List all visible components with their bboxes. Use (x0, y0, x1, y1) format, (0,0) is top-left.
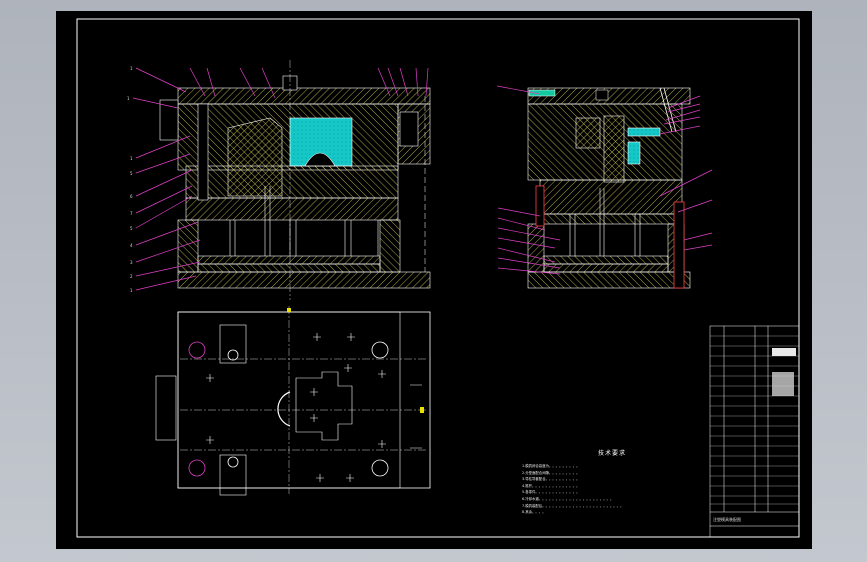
technical-requirements: 技术要求 1.模具闭合高度为。。。。。。。。。 2.分型面配合间隙。。。。。。。… (522, 448, 702, 516)
tech-note-line: 7.模具装配后。。。。。。。。。。。。。。。。。。。。。。。。 (522, 503, 624, 508)
svg-text:6: 6 (130, 194, 133, 199)
svg-text:1: 1 (130, 288, 133, 293)
svg-text:1: 1 (130, 156, 133, 161)
title-block-label: 注塑模具装配图 (713, 517, 741, 522)
svg-text:5: 5 (130, 171, 133, 176)
front-section-view (159, 60, 431, 300)
mold-assembly-drawing: 1 1 1 5 6 7 5 4 3 2 1 (76, 18, 800, 538)
tech-note-line: 1.模具闭合高度为。。。。。。。。。 (522, 464, 580, 468)
front-view-balloons: 1 1 1 5 6 7 5 4 3 2 1 (127, 66, 133, 293)
svg-text:5: 5 (130, 226, 133, 231)
tech-note-line: 6.冷却水道。。。。。。。。。。。。。。。。。。。。。。 (522, 496, 614, 501)
svg-text:7: 7 (130, 211, 133, 216)
tech-note-line: 2.分型面配合间隙。。。。。。。。。 (522, 470, 580, 475)
svg-text:1: 1 (130, 66, 133, 71)
title-block (709, 325, 800, 538)
svg-text:1: 1 (127, 96, 130, 101)
technical-requirements-title: 技术要求 (597, 450, 626, 457)
tech-note-line: 5.各零件。。。。。。。。。。。。。 (522, 490, 580, 495)
plan-view (155, 306, 431, 496)
tech-note-line: 4.推杆。。。。。。。。。。。。。。 (522, 483, 580, 488)
svg-text:3: 3 (130, 260, 133, 265)
side-section-view (527, 87, 691, 289)
tech-note-line: 8.其余。。。。 (522, 510, 546, 515)
svg-text:4: 4 (130, 243, 133, 248)
svg-text:2: 2 (130, 274, 133, 279)
title-block-rows (710, 335, 799, 505)
cad-viewport: 1 1 1 5 6 7 5 4 3 2 1 技术要求 1.模具闭合高度为。。。。。。。。。 2… (0, 0, 867, 562)
tech-note-line: 3.导柱导套配合。。。。。。。。。。 (522, 477, 580, 482)
